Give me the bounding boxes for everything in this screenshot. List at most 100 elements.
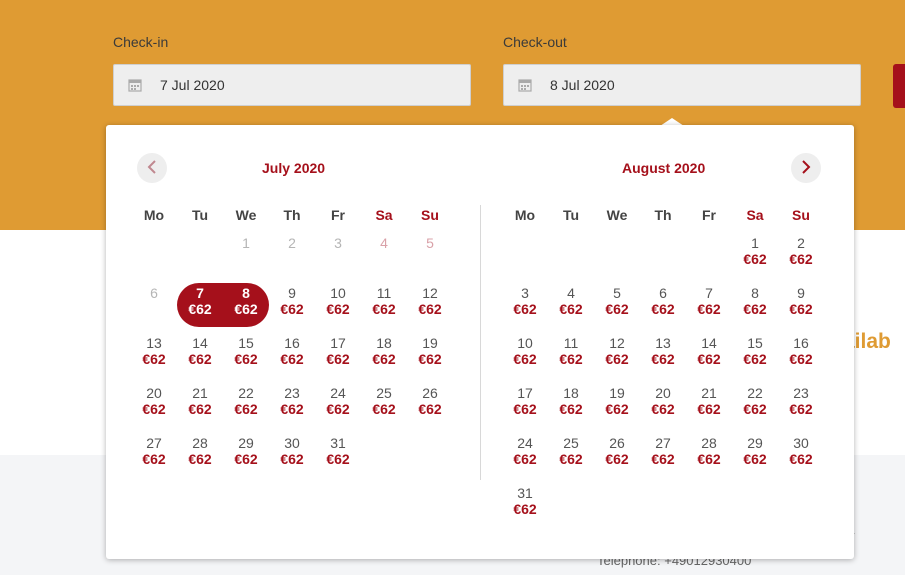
day-price: €62 bbox=[234, 401, 258, 417]
calendar-day[interactable]: 28 €62 bbox=[177, 433, 223, 477]
day-price: €62 bbox=[280, 301, 304, 317]
calendar-day[interactable]: 15 €62 bbox=[223, 333, 269, 377]
calendar-day[interactable]: 31 €62 bbox=[502, 483, 548, 527]
calendar-day[interactable]: 26 €62 bbox=[407, 383, 453, 427]
calendar-day[interactable]: 8 €62 bbox=[223, 283, 269, 327]
calendar-day[interactable]: 16 €62 bbox=[778, 333, 824, 377]
day-price: €62 bbox=[605, 301, 629, 317]
day-price: €62 bbox=[418, 401, 442, 417]
day-number: 5 bbox=[613, 285, 621, 301]
calendar-day[interactable]: 21 €62 bbox=[177, 383, 223, 427]
search-button[interactable] bbox=[893, 64, 905, 108]
calendar-day[interactable]: 23 €62 bbox=[269, 383, 315, 427]
day-number: 29 bbox=[238, 435, 254, 451]
calendar-day[interactable]: 8 €62 bbox=[732, 283, 778, 327]
calendar-day[interactable]: 16 €62 bbox=[269, 333, 315, 377]
day-price: €62 bbox=[418, 351, 442, 367]
weekday-label: We bbox=[235, 207, 257, 223]
calendar-day[interactable]: 4 €62 bbox=[548, 283, 594, 327]
calendar-day[interactable]: 27 €62 bbox=[640, 433, 686, 477]
calendar-day[interactable]: 9 €62 bbox=[269, 283, 315, 327]
calendar-day[interactable]: 27 €62 bbox=[131, 433, 177, 477]
day-price: €62 bbox=[559, 401, 583, 417]
weekday-label: Mo bbox=[143, 207, 165, 223]
calendar-day[interactable]: 13 €62 bbox=[131, 333, 177, 377]
day-price: €62 bbox=[188, 451, 212, 467]
weekday-header: Mo Tu We Th Fr Sa Su bbox=[131, 203, 453, 227]
calendar-day[interactable]: 7 €62 bbox=[686, 283, 732, 327]
calendar-day[interactable]: 11 €62 bbox=[361, 283, 407, 327]
calendar-day[interactable]: 18 €62 bbox=[548, 383, 594, 427]
day-number: 22 bbox=[238, 385, 254, 401]
checkout-label: Check-out bbox=[503, 34, 567, 50]
empty-day bbox=[131, 233, 177, 277]
calendar-day[interactable]: 28 €62 bbox=[686, 433, 732, 477]
calendar-day[interactable]: 2 €62 bbox=[778, 233, 824, 277]
day-price: €62 bbox=[559, 301, 583, 317]
calendar-day[interactable]: 29 €62 bbox=[223, 433, 269, 477]
day-number: 13 bbox=[655, 335, 671, 351]
calendar-day[interactable]: 7 €62 bbox=[177, 283, 223, 327]
day-number: 7 bbox=[705, 285, 713, 301]
calendar-day[interactable]: 6 €62 bbox=[640, 283, 686, 327]
day-number: 14 bbox=[701, 335, 717, 351]
calendar-day[interactable]: 25 €62 bbox=[361, 383, 407, 427]
day-number: 7 bbox=[196, 285, 204, 301]
calendar-day[interactable]: 21 €62 bbox=[686, 383, 732, 427]
calendar-day[interactable]: 12 €62 bbox=[407, 283, 453, 327]
calendar-day[interactable]: 23 €62 bbox=[778, 383, 824, 427]
calendar-day[interactable]: 17 €62 bbox=[502, 383, 548, 427]
calendar-day[interactable]: 25 €62 bbox=[548, 433, 594, 477]
calendar-day[interactable]: 20 €62 bbox=[131, 383, 177, 427]
next-month-button[interactable] bbox=[791, 153, 821, 183]
calendar-day[interactable]: 12 €62 bbox=[594, 333, 640, 377]
calendar-day[interactable]: 20 €62 bbox=[640, 383, 686, 427]
day-price: €62 bbox=[559, 451, 583, 467]
calendar-day[interactable]: 18 €62 bbox=[361, 333, 407, 377]
day-price: €62 bbox=[188, 301, 212, 317]
day-price: €62 bbox=[651, 351, 675, 367]
prev-month-button[interactable] bbox=[137, 153, 167, 183]
calendar-day[interactable]: 24 €62 bbox=[315, 383, 361, 427]
calendar-day[interactable]: 19 €62 bbox=[594, 383, 640, 427]
calendar-day[interactable]: 19 €62 bbox=[407, 333, 453, 377]
checkin-field[interactable]: 7 Jul 2020 bbox=[113, 64, 471, 106]
day-number: 11 bbox=[376, 285, 392, 301]
empty-day bbox=[177, 233, 223, 277]
calendar-day[interactable]: 10 €62 bbox=[502, 333, 548, 377]
calendar-day[interactable]: 14 €62 bbox=[686, 333, 732, 377]
calendar-week: 1 2 3 4 5 bbox=[131, 227, 453, 277]
calendar-day[interactable]: 24 €62 bbox=[502, 433, 548, 477]
day-number: 28 bbox=[192, 435, 208, 451]
calendar-day[interactable]: 1 €62 bbox=[732, 233, 778, 277]
calendar-day[interactable]: 3 €62 bbox=[502, 283, 548, 327]
calendar-day[interactable]: 10 €62 bbox=[315, 283, 361, 327]
calendar-day[interactable]: 14 €62 bbox=[177, 333, 223, 377]
weekday-label: Tu bbox=[562, 207, 580, 223]
day-number: 6 bbox=[659, 285, 667, 301]
day-price: €62 bbox=[142, 351, 166, 367]
calendar-day[interactable]: 29 €62 bbox=[732, 433, 778, 477]
calendar-day[interactable]: 11 €62 bbox=[548, 333, 594, 377]
day-number: 25 bbox=[563, 435, 579, 451]
day-number: 14 bbox=[192, 335, 208, 351]
chevron-right-icon bbox=[800, 159, 812, 178]
calendar-day[interactable]: 31 €62 bbox=[315, 433, 361, 477]
calendar-day[interactable]: 15 €62 bbox=[732, 333, 778, 377]
calendar-day[interactable]: 30 €62 bbox=[778, 433, 824, 477]
calendar-day[interactable]: 22 €62 bbox=[223, 383, 269, 427]
day-price: €62 bbox=[234, 451, 258, 467]
calendar-day[interactable]: 9 €62 bbox=[778, 283, 824, 327]
day-price: €62 bbox=[789, 351, 813, 367]
day-price: €62 bbox=[697, 351, 721, 367]
calendar-icon bbox=[128, 78, 142, 92]
calendar-day[interactable]: 26 €62 bbox=[594, 433, 640, 477]
calendar-day[interactable]: 5 €62 bbox=[594, 283, 640, 327]
checkout-field[interactable]: 8 Jul 2020 bbox=[503, 64, 861, 106]
day-price: €62 bbox=[188, 351, 212, 367]
calendar-day[interactable]: 22 €62 bbox=[732, 383, 778, 427]
calendar-day[interactable]: 13 €62 bbox=[640, 333, 686, 377]
day-price: €62 bbox=[789, 401, 813, 417]
calendar-day[interactable]: 17 €62 bbox=[315, 333, 361, 377]
calendar-day[interactable]: 30 €62 bbox=[269, 433, 315, 477]
